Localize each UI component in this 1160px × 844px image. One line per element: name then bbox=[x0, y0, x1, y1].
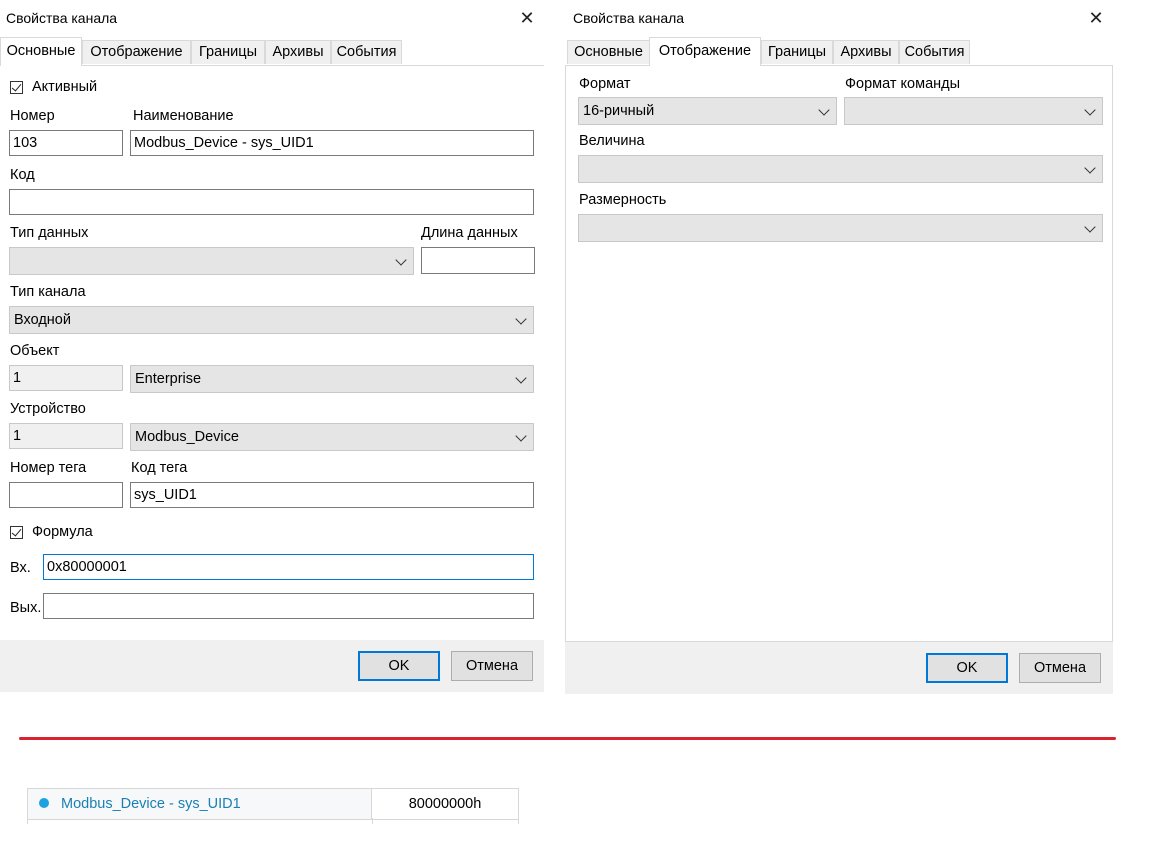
object-select[interactable]: Enterprise bbox=[130, 365, 534, 393]
name-label: Наименование bbox=[133, 108, 234, 124]
formula-checkbox[interactable] bbox=[10, 526, 23, 539]
object-label: Объект bbox=[10, 343, 60, 359]
channel-value-cell: 80000000h bbox=[372, 789, 519, 819]
tagnum-label: Номер тега bbox=[10, 460, 87, 476]
channel-name-cell: Modbus_Device - sys_UID1 bbox=[27, 789, 372, 819]
chevron-down-icon bbox=[1084, 162, 1096, 174]
unit-select[interactable] bbox=[578, 214, 1103, 242]
tab-main[interactable]: Основные bbox=[567, 40, 650, 64]
format-label: Формат bbox=[579, 76, 631, 92]
datalen-label: Длина данных bbox=[421, 225, 518, 241]
output-formula-field[interactable] bbox=[43, 593, 534, 619]
chevron-down-icon bbox=[515, 313, 527, 325]
dialog-title: Свойства канала bbox=[573, 10, 685, 26]
input-formula-label: Вх. bbox=[10, 560, 31, 576]
chevron-down-icon bbox=[395, 254, 407, 266]
active-checkbox[interactable] bbox=[10, 81, 23, 94]
device-value: Modbus_Device bbox=[135, 429, 239, 445]
tab-limits[interactable]: Границы bbox=[191, 40, 265, 64]
chevron-down-icon bbox=[1084, 221, 1096, 233]
grid-line bbox=[27, 818, 28, 824]
close-icon[interactable]: ✕ bbox=[512, 4, 542, 32]
cmdformat-label: Формат команды bbox=[845, 76, 961, 92]
table-row[interactable]: Modbus_Device - sys_UID1 80000000h bbox=[27, 788, 519, 820]
number-input[interactable]: 103 bbox=[9, 130, 123, 156]
active-checkbox-label: Активный bbox=[32, 79, 98, 95]
channel-properties-dialog-main: Свойства канала ✕ Основные Отображение Г… bbox=[0, 0, 544, 692]
name-input[interactable]: Modbus_Device - sys_UID1 bbox=[130, 130, 534, 156]
tab-display[interactable]: Отображение bbox=[649, 37, 761, 66]
dialog-footer: OK Отмена bbox=[565, 642, 1113, 694]
chevron-down-icon bbox=[515, 430, 527, 442]
status-dot-icon bbox=[39, 798, 49, 808]
chevron-down-icon bbox=[818, 104, 830, 116]
chevron-down-icon bbox=[515, 372, 527, 384]
cmdformat-select[interactable] bbox=[844, 97, 1103, 125]
number-label: Номер bbox=[10, 108, 55, 124]
object-id-field: 1 bbox=[9, 365, 123, 391]
close-icon[interactable]: ✕ bbox=[1081, 4, 1111, 32]
channel-name[interactable]: Modbus_Device - sys_UID1 bbox=[61, 789, 241, 819]
ok-button[interactable]: OK bbox=[358, 651, 440, 681]
chevron-down-icon bbox=[1084, 104, 1096, 116]
code-input[interactable] bbox=[9, 189, 534, 215]
datatype-label: Тип данных bbox=[10, 225, 89, 241]
quantity-select[interactable] bbox=[578, 155, 1103, 183]
tab-main[interactable]: Основные bbox=[0, 37, 82, 66]
tab-events[interactable]: События bbox=[331, 40, 402, 64]
channel-properties-dialog-display: Свойства канала ✕ Основные Отображение Г… bbox=[565, 0, 1113, 694]
device-select[interactable]: Modbus_Device bbox=[130, 423, 534, 451]
cancel-button[interactable]: Отмена bbox=[1019, 653, 1101, 683]
tab-display[interactable]: Отображение bbox=[82, 40, 191, 64]
tab-strip: Основные Отображение Границы Архивы Собы… bbox=[565, 37, 1113, 66]
tab-content-main: Активный Номер Наименование 103 Modbus_D… bbox=[0, 66, 544, 640]
code-label: Код bbox=[10, 167, 35, 183]
tab-limits[interactable]: Границы bbox=[761, 40, 833, 64]
tagcode-input[interactable]: sys_UID1 bbox=[130, 482, 534, 508]
grid-line bbox=[518, 818, 519, 824]
grid-line bbox=[372, 818, 373, 824]
unit-label: Размерность bbox=[579, 192, 667, 208]
format-select[interactable]: 16-ричный bbox=[578, 97, 837, 125]
tab-archives[interactable]: Архивы bbox=[833, 40, 899, 64]
device-id-field: 1 bbox=[9, 423, 123, 449]
channeltype-value: Входной bbox=[14, 312, 71, 328]
datatype-select[interactable] bbox=[9, 247, 414, 275]
title-bar: Свойства канала ✕ bbox=[0, 0, 544, 36]
channeltype-select[interactable]: Входной bbox=[9, 306, 534, 334]
quantity-label: Величина bbox=[579, 133, 645, 149]
ok-button[interactable]: OK bbox=[926, 653, 1008, 683]
object-value: Enterprise bbox=[135, 371, 202, 387]
separator-line bbox=[19, 737, 1116, 740]
cancel-button[interactable]: Отмена bbox=[451, 651, 533, 681]
datalen-input[interactable] bbox=[421, 247, 535, 274]
dialog-footer: OK Отмена bbox=[0, 640, 544, 692]
dialog-title: Свойства канала bbox=[6, 10, 118, 26]
formula-checkbox-label: Формула bbox=[32, 524, 93, 540]
tab-archives[interactable]: Архивы bbox=[265, 40, 331, 64]
tab-strip: Основные Отображение Границы Архивы Собы… bbox=[0, 37, 544, 66]
tagcode-label: Код тега bbox=[131, 460, 188, 476]
tab-content-display: Формат Формат команды 16-ричный Величина… bbox=[565, 66, 1113, 642]
format-value: 16-ричный bbox=[583, 103, 655, 119]
input-formula-field[interactable]: 0x80000001 bbox=[43, 554, 534, 580]
tagnum-input[interactable] bbox=[9, 482, 123, 508]
title-bar: Свойства канала ✕ bbox=[565, 0, 1113, 36]
device-label: Устройство bbox=[10, 401, 86, 417]
channeltype-label: Тип канала bbox=[10, 284, 86, 300]
tab-events[interactable]: События bbox=[899, 40, 970, 64]
output-formula-label: Вых. bbox=[10, 600, 42, 616]
